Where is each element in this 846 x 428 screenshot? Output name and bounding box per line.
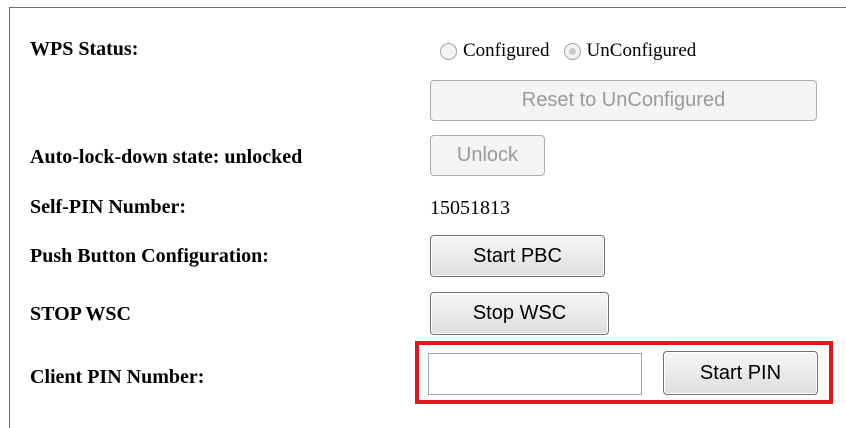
unlock-button[interactable]: Unlock	[430, 135, 545, 176]
self-pin-value: 15051813	[430, 197, 510, 219]
start-pin-button[interactable]: Start PIN	[663, 351, 818, 395]
radio-configured[interactable]	[440, 42, 457, 60]
wps-status-radio-group: Configured UnConfigured	[440, 38, 710, 64]
auto-lock-state-label: Auto-lock-down state: unlocked	[30, 146, 303, 168]
radio-configured-label[interactable]: Configured	[463, 40, 550, 62]
radio-unconfigured[interactable]	[563, 42, 581, 60]
client-pin-input[interactable]	[428, 353, 642, 395]
stop-wsc-button[interactable]: Stop WSC	[430, 292, 609, 335]
client-pin-label: Client PIN Number:	[30, 366, 205, 388]
reset-to-unconfigured-button[interactable]: Reset to UnConfigured	[430, 80, 817, 121]
radio-unconfigured-label[interactable]: UnConfigured	[587, 40, 697, 62]
self-pin-label: Self-PIN Number:	[30, 196, 187, 218]
start-pbc-button[interactable]: Start PBC	[430, 235, 605, 277]
stop-wsc-label: STOP WSC	[30, 303, 131, 325]
wps-status-label: WPS Status:	[30, 38, 139, 60]
push-button-configuration-label: Push Button Configuration:	[30, 245, 269, 267]
